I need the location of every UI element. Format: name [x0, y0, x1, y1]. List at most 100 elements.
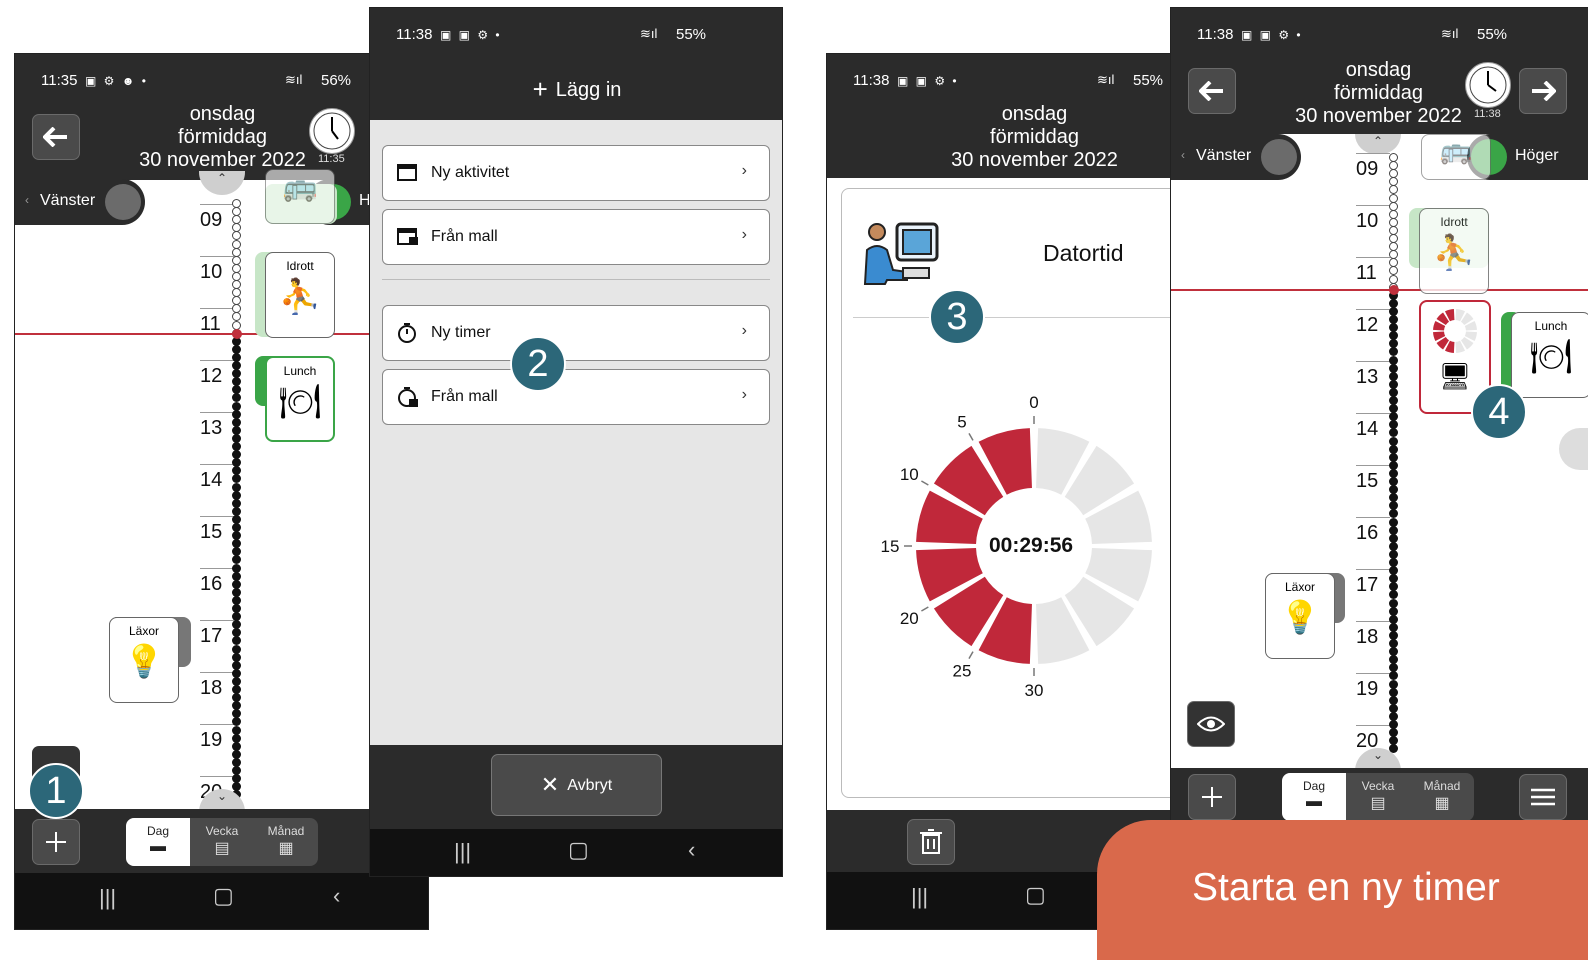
hour-label: 14 — [1356, 413, 1390, 441]
cancel-button[interactable]: ✕ Avbryt — [491, 754, 662, 816]
status-bar: 11:38 ▣ ▣ ⚙ • ≋ıl 55% — [1171, 8, 1588, 52]
next-day-button[interactable] — [1519, 68, 1567, 114]
bus-card[interactable]: 🚌 — [265, 169, 335, 224]
left-toggle[interactable]: ‹ Vänster — [1171, 134, 1301, 180]
laxor-label: Läxor — [1284, 580, 1316, 594]
calendar-day-icon: ▬ — [1306, 793, 1322, 810]
back-icon[interactable]: ‹ — [688, 837, 695, 863]
menu-divider — [382, 279, 770, 280]
idrott-card[interactable]: Idrott ⛹ — [1419, 208, 1489, 294]
stopwatch-icon — [397, 322, 417, 349]
idrott-card[interactable]: Idrott ⛹ — [265, 252, 335, 338]
hour-label: 11 — [1356, 257, 1390, 285]
calendar-month-icon: ▦ — [1434, 795, 1450, 812]
laxor-label: Läxor — [128, 624, 160, 638]
dial-label: 15 — [881, 537, 900, 556]
trash-icon — [920, 829, 942, 854]
back-icon[interactable]: ‹ — [333, 883, 340, 909]
dial-label: 0 — [1029, 393, 1038, 412]
left-toggle[interactable]: ‹ Vänster — [15, 179, 145, 225]
computer-user-mini-icon: 🖥 — [1438, 361, 1472, 391]
hour-label: 17 — [1356, 569, 1390, 597]
left-toggle-knob — [1261, 139, 1297, 175]
dial-label: 30 — [1025, 681, 1044, 700]
recents-icon[interactable]: ||| — [454, 839, 471, 865]
left-toggle-label: Vänster — [40, 192, 96, 209]
laxor-card[interactable]: Läxor 💡 — [109, 617, 179, 703]
new-activity-label: Ny aktivitet — [431, 164, 510, 181]
home-icon[interactable]: ▢ — [213, 883, 234, 909]
hour-label: 16 — [200, 568, 234, 596]
bus-icon: 🚌 — [282, 171, 318, 202]
recents-icon[interactable]: ||| — [911, 884, 928, 910]
status-icons: ▣ ⚙ ☻ • — [85, 74, 148, 88]
menu-button[interactable] — [1519, 774, 1567, 820]
tab-week[interactable]: Vecka ▤ — [190, 818, 254, 866]
status-bar: 11:35 ▣ ⚙ ☻ • ≋ıl 56% — [15, 54, 428, 98]
laxor-card[interactable]: Läxor 💡 — [1265, 573, 1335, 659]
view-switcher: Dag ▬ Vecka ▤ Månad ▦ — [1282, 773, 1474, 821]
analog-clock-icon — [309, 108, 355, 154]
daypart: förmiddag — [990, 126, 1079, 148]
date-title: onsdag förmiddag 30 november 2022 — [937, 103, 1132, 172]
tab-week-label: Vecka — [205, 824, 239, 838]
home-icon[interactable]: ▢ — [568, 837, 589, 863]
phone-day-view-with-timer: 11:38 ▣ ▣ ⚙ • ≋ıl 55% onsdag förmiddag 3… — [1170, 7, 1588, 930]
calendar-day-icon: ▬ — [150, 838, 166, 855]
stopwatch-template-icon — [397, 386, 419, 413]
status-time: 11:35 — [41, 72, 78, 89]
home-icon[interactable]: ▢ — [1025, 882, 1046, 908]
plate-icon: 🍽 — [278, 383, 322, 421]
current-time-line — [15, 333, 428, 335]
side-handle[interactable] — [1559, 428, 1588, 470]
system-nav-bar: ||| ▢ ‹ — [370, 829, 782, 876]
new-timer-item[interactable]: Ny timer › — [382, 305, 770, 361]
signal-icon: ≋ıl — [1097, 72, 1115, 87]
add-button[interactable] — [1188, 774, 1236, 820]
date-title: onsdag förmiddag 30 november 2022 — [1281, 59, 1476, 128]
bus-card[interactable]: 🚌 — [1421, 134, 1491, 180]
lunch-label: Lunch — [283, 364, 317, 378]
tab-day[interactable]: Dag ▬ — [126, 818, 190, 866]
add-button[interactable] — [32, 819, 80, 865]
date: 30 november 2022 — [1295, 105, 1462, 127]
recents-icon[interactable]: ||| — [99, 885, 116, 911]
delete-button[interactable] — [907, 819, 955, 865]
previous-day-button[interactable] — [1188, 68, 1236, 114]
status-battery: 55% — [1477, 26, 1508, 43]
tab-month[interactable]: Månad ▦ — [254, 818, 318, 866]
dial-tick — [968, 433, 974, 441]
status-battery: 55% — [676, 26, 707, 43]
tab-month[interactable]: Månad ▦ — [1410, 773, 1474, 821]
activity-from-template-item[interactable]: Från mall › — [382, 209, 770, 265]
timer-display: 00:29:56 — [989, 534, 1074, 557]
hour-label: 19 — [1356, 673, 1390, 701]
sports-bag-crossed-icon: ⛹ — [278, 278, 322, 316]
timer-from-template-item[interactable]: Från mall › — [382, 369, 770, 425]
daypart: förmiddag — [178, 126, 267, 148]
lunch-card[interactable]: Lunch 🍽 — [1511, 312, 1588, 398]
dial-label: 20 — [900, 609, 919, 628]
tab-week[interactable]: Vecka ▤ — [1346, 773, 1410, 821]
hour-label: 09 — [200, 204, 234, 232]
new-activity-item[interactable]: Ny aktivitet › — [382, 145, 770, 201]
plus-icon: + — [532, 74, 548, 104]
visibility-button[interactable] — [1187, 701, 1235, 747]
tab-day[interactable]: Dag ▬ — [1282, 773, 1346, 821]
hour-label: 11 — [200, 308, 234, 336]
hour-label: 10 — [1356, 205, 1390, 233]
current-time-marker — [232, 329, 242, 339]
computer-user-icon — [857, 214, 947, 294]
hour-label: 18 — [200, 672, 234, 700]
previous-day-button[interactable] — [32, 114, 80, 160]
lunch-card[interactable]: Lunch 🍽 — [265, 356, 335, 442]
tab-week-label: Vecka — [1361, 779, 1395, 793]
hour-label: 17 — [200, 620, 234, 648]
scroll-up-button[interactable]: ⌃ — [1355, 134, 1401, 154]
hour-label: 12 — [200, 360, 234, 388]
scroll-up-button[interactable]: ⌃ — [199, 171, 245, 195]
hour-label: 13 — [200, 412, 234, 440]
plate-icon: 🍽 — [1529, 338, 1573, 376]
tab-month-label: Månad — [267, 824, 305, 838]
timer-template-label: Från mall — [431, 388, 498, 405]
